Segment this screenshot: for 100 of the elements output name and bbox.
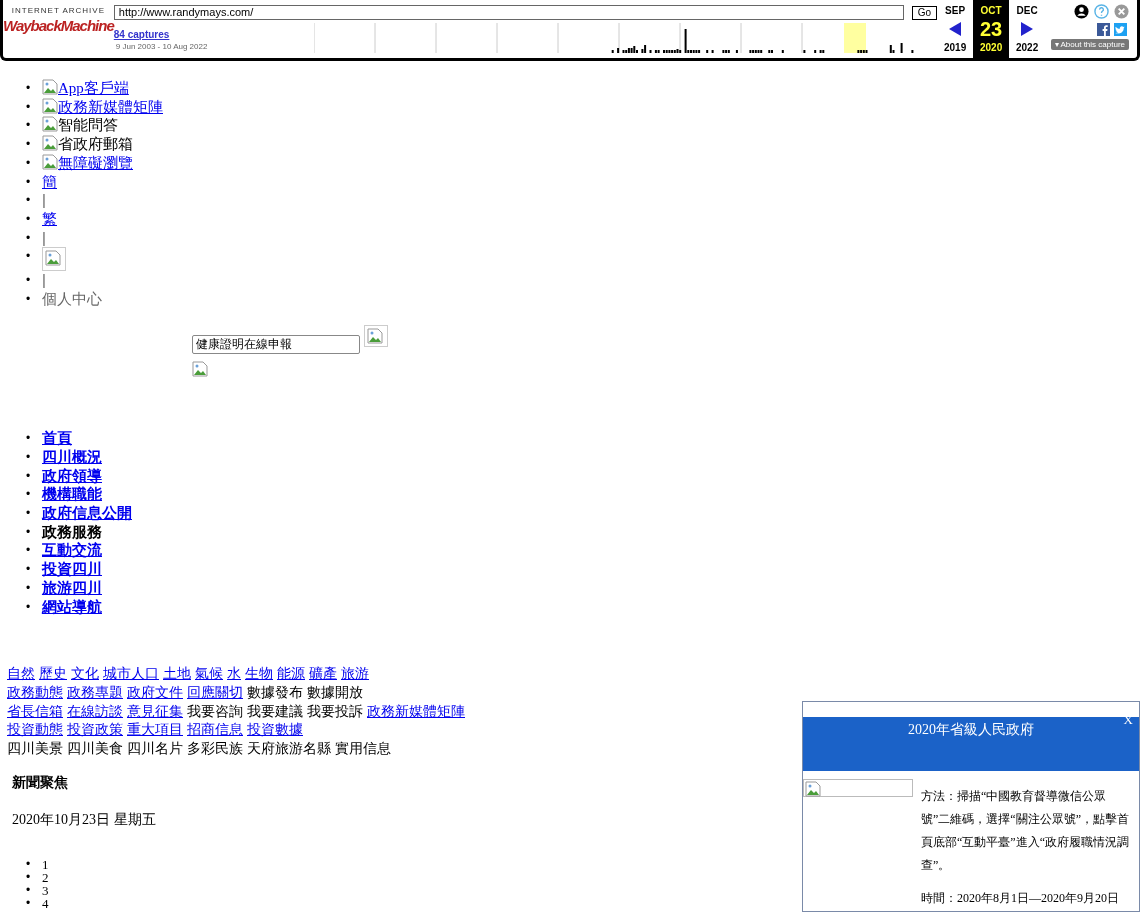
category-link[interactable]: 投資數據 <box>247 720 303 740</box>
list-bullet: • <box>26 136 32 154</box>
nav-link[interactable]: 首頁 <box>42 429 72 448</box>
list-bullet: • <box>26 448 32 466</box>
current-date: 2020年10月23日 星期五 <box>12 810 156 829</box>
month-label: SEP <box>945 4 966 18</box>
list-bullet: • <box>26 272 32 290</box>
category-text: 四川美景 <box>7 739 63 758</box>
broken-image-icon <box>42 153 58 170</box>
year-label: 2022 <box>1016 41 1039 55</box>
category-link[interactable]: 政務新媒體矩陣 <box>367 701 465 721</box>
category-link[interactable]: 省長信箱 <box>7 701 63 721</box>
twitter-icon[interactable] <box>1114 23 1127 36</box>
header-link[interactable]: 無障礙瀏覽 <box>42 153 133 173</box>
calendar-column[interactable]: SEP 2019 <box>937 0 974 58</box>
wayback-logo[interactable]: WaybackMachine <box>3 17 114 35</box>
list-bullet: • <box>26 505 32 523</box>
slide-number[interactable]: 4 <box>42 896 49 910</box>
category-link[interactable]: 自然 <box>7 664 35 683</box>
category-link[interactable]: 水 <box>227 664 241 683</box>
list-bullet: • <box>26 486 32 504</box>
language-link[interactable]: 簡 <box>42 172 57 192</box>
header-link[interactable]: 政務新媒體矩陣 <box>42 97 163 117</box>
popup-title: 2020年省級人民政府 <box>908 721 1034 739</box>
nav-link[interactable]: 四川概況 <box>42 447 102 467</box>
list-bullet: • <box>26 857 32 871</box>
category-link[interactable]: 重大項目 <box>127 720 183 740</box>
year-label: 2019 <box>944 41 967 55</box>
nav-link[interactable]: 旅游四川 <box>42 578 102 598</box>
list-bullet: • <box>26 291 32 309</box>
list-bullet: • <box>26 598 32 616</box>
broken-image-icon <box>45 250 61 267</box>
category-text: 多彩民族 <box>187 739 243 758</box>
category-text: 四川美食 <box>67 739 123 758</box>
section-title: 新聞聚焦 <box>12 773 68 792</box>
month-label: DEC <box>1016 4 1038 18</box>
day-label: 23 <box>980 19 1003 39</box>
category-link[interactable]: 土地 <box>163 664 191 683</box>
slide-number[interactable]: 2 <box>42 870 49 884</box>
category-link[interactable]: 在線訪談 <box>67 701 123 721</box>
category-link[interactable]: 歷史 <box>39 664 67 683</box>
category-text: 我要咨詢 <box>187 701 243 721</box>
category-link[interactable]: 回應關切 <box>187 682 243 702</box>
broken-image-icon <box>42 135 58 152</box>
facebook-icon[interactable] <box>1097 23 1110 36</box>
category-link[interactable]: 投資動態 <box>7 720 63 740</box>
category-text: 我要投訴 <box>307 701 363 721</box>
category-link[interactable]: 政務動態 <box>7 682 63 702</box>
header-item: 省政府郵箱 <box>42 135 133 154</box>
search-button[interactable] <box>364 324 388 347</box>
category-link[interactable]: 政務專題 <box>67 682 123 702</box>
broken-image-icon <box>42 97 58 114</box>
category-link[interactable]: 投資政策 <box>67 720 123 740</box>
close-icon[interactable] <box>1114 4 1129 19</box>
previous-arrow-icon[interactable] <box>949 22 962 36</box>
logo-caption: INTERNET ARCHIVE <box>11 6 105 15</box>
nav-link[interactable]: 政府領導 <box>42 466 102 486</box>
nav-link[interactable]: 投資四川 <box>42 560 102 579</box>
category-link[interactable]: 意見征集 <box>127 701 183 721</box>
nav-link[interactable]: 機構職能 <box>42 485 102 505</box>
list-bullet: • <box>26 117 32 135</box>
category-link[interactable]: 城市人口 <box>103 664 159 683</box>
user-icon[interactable] <box>1074 4 1089 19</box>
captures-sparkline[interactable] <box>313 23 914 53</box>
list-bullet: • <box>26 98 32 116</box>
month-label: OCT <box>980 4 1002 18</box>
captures-link[interactable]: 84 captures <box>113 29 170 41</box>
header-text: | <box>42 191 46 210</box>
slide-number[interactable]: 3 <box>42 883 49 897</box>
list-bullet: • <box>26 896 32 910</box>
broken-image-icon <box>367 327 383 344</box>
nav-link[interactable]: 政府信息公開 <box>42 504 132 523</box>
header-link[interactable]: App客戶端 <box>42 79 129 98</box>
next-arrow-icon[interactable] <box>1021 22 1034 36</box>
broken-image-icon <box>192 360 208 377</box>
category-link[interactable]: 旅游 <box>341 664 369 683</box>
list-bullet: • <box>26 870 32 884</box>
broken-image-icon <box>42 79 58 95</box>
list-bullet: • <box>26 248 32 266</box>
popup-paragraph: 方法：掃描“中國教育督導微信公眾號”二維碼，選擇“關注公眾號”，點擊首頁底部“互動平臺”進入“政府履職情況調查”。 <box>921 788 1130 874</box>
about-capture-button[interactable]: ▾ About this capture <box>1050 39 1129 50</box>
year-label: 2020 <box>980 41 1003 55</box>
calendar-column[interactable]: DEC 2022 <box>1009 0 1046 58</box>
slide-number[interactable]: 1 <box>42 857 49 871</box>
category-link[interactable]: 文化 <box>71 664 99 683</box>
category-link[interactable]: 生物 <box>245 664 273 683</box>
category-link[interactable]: 能源 <box>277 664 305 683</box>
category-link[interactable]: 政府文件 <box>127 682 183 702</box>
broken-image-icon <box>42 116 58 133</box>
category-link[interactable]: 礦產 <box>309 664 337 683</box>
list-bullet: • <box>26 523 32 541</box>
go-button[interactable]: Go <box>911 5 938 20</box>
calendar-column[interactable]: OCT 23 2020 <box>973 0 1010 58</box>
search-field[interactable]: 健康證明在線申報 <box>192 334 360 354</box>
category-link[interactable]: 氣候 <box>195 664 223 683</box>
url-field[interactable]: http://www.randymays.com/ <box>113 5 904 20</box>
nav-link[interactable]: 網站導航 <box>42 597 102 617</box>
language-link[interactable]: 繁 <box>42 209 57 229</box>
category-link[interactable]: 招商信息 <box>187 720 243 740</box>
nav-link[interactable]: 互動交流 <box>42 541 102 561</box>
